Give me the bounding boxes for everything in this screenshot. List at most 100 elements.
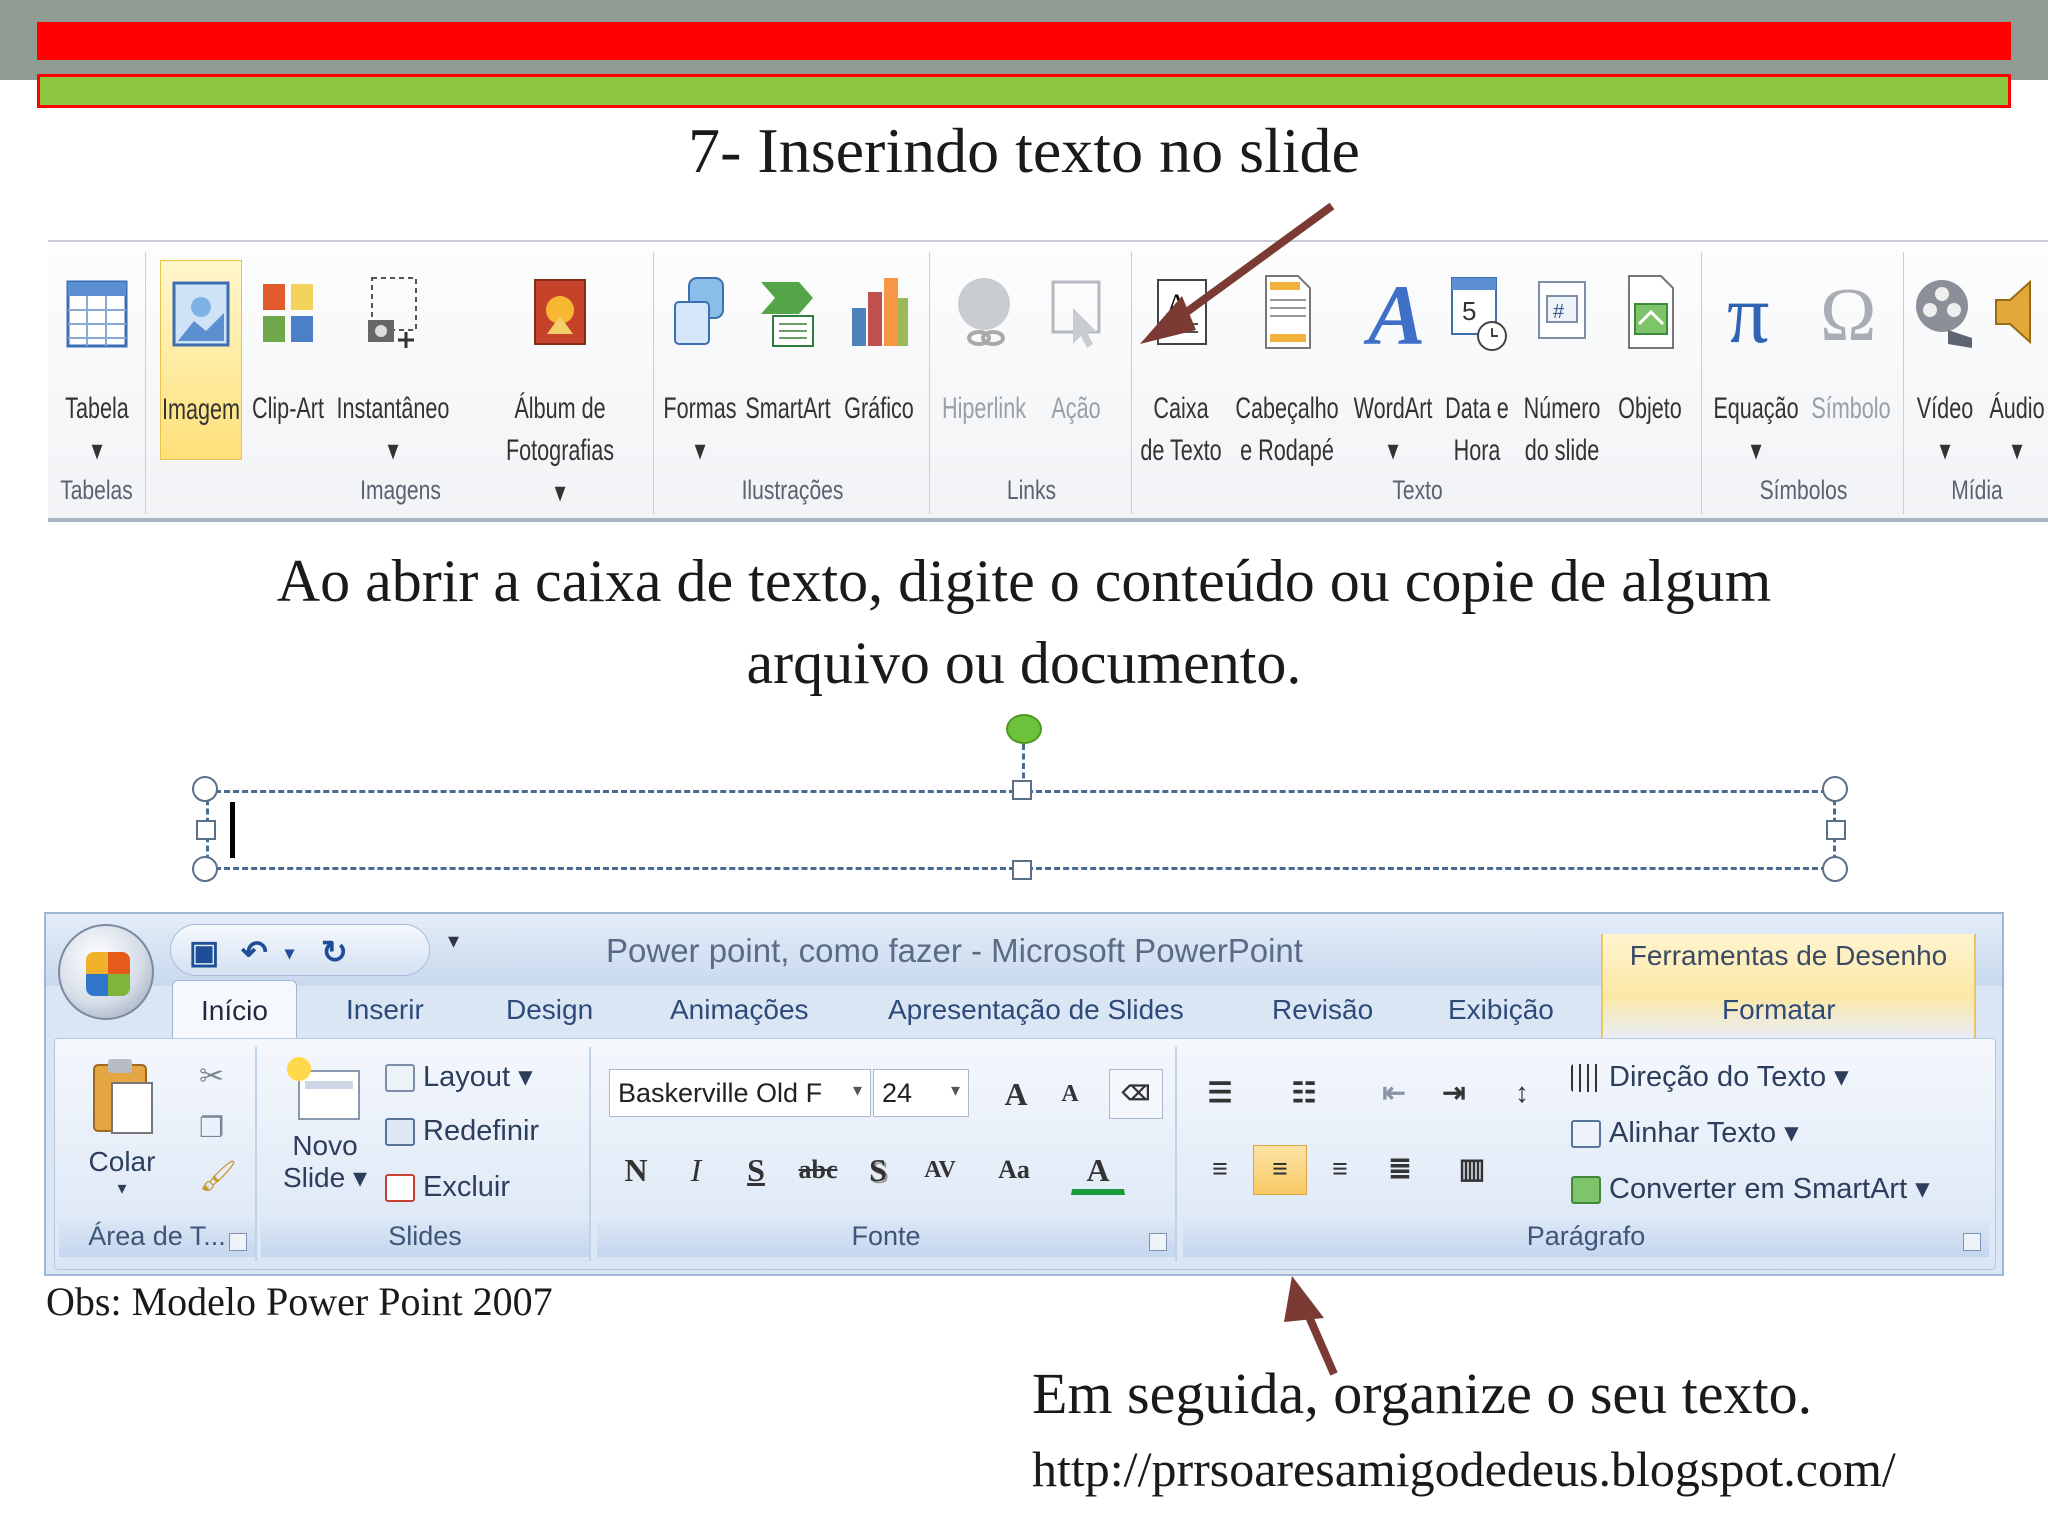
columns-icon[interactable]: ▥ bbox=[1445, 1145, 1499, 1195]
acao-button[interactable]: Ação bbox=[1036, 260, 1116, 460]
grow-font-button[interactable]: A bbox=[989, 1069, 1043, 1119]
office-button[interactable] bbox=[58, 924, 154, 1020]
resize-handle-top-right[interactable] bbox=[1822, 776, 1848, 802]
numero-slide-button[interactable]: # Número do slide bbox=[1520, 260, 1604, 467]
instantaneo-button[interactable]: Instantâneo ▾ bbox=[334, 260, 452, 467]
format-painter-icon[interactable]: 🖌 bbox=[199, 1159, 237, 1194]
data-hora-button[interactable]: 5 Data e Hora bbox=[1440, 260, 1514, 467]
change-case-button[interactable]: Aa bbox=[987, 1145, 1041, 1195]
group-imagens: Imagem Clip-Art Instantâneo ▾ Álbum de F… bbox=[148, 252, 654, 514]
font-size-dropdown[interactable]: 24 ▾ bbox=[873, 1069, 969, 1117]
numbering-icon[interactable]: ☷ bbox=[1277, 1069, 1331, 1119]
tab-inserir[interactable]: Inserir bbox=[346, 994, 424, 1026]
office-logo-icon bbox=[86, 952, 130, 996]
customize-qat-icon[interactable]: ▾ bbox=[448, 928, 459, 954]
photo-album-icon bbox=[534, 279, 586, 345]
cabecalho-rodape-button[interactable]: Cabeçalho e Rodapé bbox=[1230, 260, 1344, 467]
copy-icon[interactable]: ❐ bbox=[199, 1111, 224, 1144]
align-center-icon[interactable]: ≡ bbox=[1253, 1145, 1307, 1195]
undo-icon[interactable]: ↶ bbox=[241, 933, 268, 971]
audio-button[interactable]: Áudio ▾ bbox=[1986, 260, 2048, 467]
shadow-button[interactable]: S bbox=[851, 1145, 905, 1195]
paragrafo-launcher-icon[interactable] bbox=[1963, 1233, 1981, 1251]
excluir-button[interactable]: Excluir bbox=[385, 1171, 510, 1204]
tab-animacoes[interactable]: Animações bbox=[670, 994, 809, 1026]
italic-button[interactable]: I bbox=[669, 1145, 723, 1195]
blog-url: http://prrsoaresamigodedeus.blogspot.com… bbox=[1032, 1441, 1896, 1497]
align-left-icon[interactable]: ≡ bbox=[1193, 1145, 1247, 1195]
rotation-handle[interactable] bbox=[1006, 714, 1042, 744]
header-footer-icon bbox=[1265, 275, 1311, 349]
font-name-dropdown[interactable]: Baskerville Old F ▾ bbox=[609, 1069, 871, 1117]
resize-handle-top-left[interactable] bbox=[192, 776, 218, 802]
increase-indent-icon[interactable]: ⇥ bbox=[1427, 1069, 1481, 1119]
bullets-icon[interactable]: ☰ bbox=[1193, 1069, 1247, 1119]
cut-icon[interactable]: ✂ bbox=[199, 1059, 224, 1094]
video-button[interactable]: Vídeo ▾ bbox=[1910, 260, 1980, 467]
tab-revisao[interactable]: Revisão bbox=[1272, 994, 1373, 1026]
film-reel-icon bbox=[1916, 280, 1972, 348]
album-button[interactable]: Álbum de Fotografias ▾ bbox=[500, 260, 620, 509]
tab-exibicao[interactable]: Exibição bbox=[1448, 994, 1554, 1026]
line-spacing-icon[interactable]: ↕ bbox=[1495, 1069, 1549, 1119]
clipart-button[interactable]: Clip-Art bbox=[250, 260, 326, 460]
direcao-texto-button[interactable]: Direção do Texto ▾ bbox=[1571, 1059, 1849, 1094]
ribbon-body: Colar ▾ ✂ ❐ 🖌 Área de T... Novo Slide ▾ … bbox=[54, 1038, 1996, 1270]
alinhar-texto-button[interactable]: Alinhar Texto ▾ bbox=[1571, 1115, 1799, 1150]
grafico-button[interactable]: Gráfico bbox=[838, 260, 920, 460]
resize-handle-bottom-right[interactable] bbox=[1822, 856, 1848, 882]
bold-button[interactable]: N bbox=[609, 1145, 663, 1195]
justify-icon[interactable]: ≣ bbox=[1373, 1145, 1427, 1195]
fonte-launcher-icon[interactable] bbox=[1149, 1233, 1167, 1251]
shrink-font-button[interactable]: A bbox=[1043, 1069, 1097, 1119]
strikethrough-button[interactable]: abc bbox=[791, 1145, 845, 1195]
tab-design[interactable]: Design bbox=[506, 994, 593, 1026]
save-icon[interactable]: ▣ bbox=[189, 933, 219, 971]
objeto-button[interactable]: Objeto bbox=[1610, 260, 1690, 460]
redefinir-button[interactable]: Redefinir bbox=[385, 1115, 539, 1148]
clear-format-icon[interactable]: ⌫ bbox=[1109, 1069, 1163, 1119]
resize-handle-left[interactable] bbox=[196, 820, 216, 840]
tab-formatar[interactable]: Formatar bbox=[1722, 994, 1836, 1026]
smartart-button[interactable]: SmartArt bbox=[745, 260, 831, 460]
converter-smartart-button[interactable]: Converter em SmartArt ▾ bbox=[1571, 1171, 1930, 1206]
resize-handle-bottom[interactable] bbox=[1012, 860, 1032, 880]
text-box-placeholder[interactable] bbox=[206, 790, 1836, 870]
caixa-de-texto-button[interactable]: A Caixa de Texto bbox=[1140, 260, 1222, 467]
novo-slide-button[interactable]: Novo Slide ▾ bbox=[275, 1055, 375, 1225]
group-ilustracoes: Formas ▾ SmartArt Gráfico Ilustrações bbox=[656, 252, 930, 514]
group-area-transferencia: Colar ▾ ✂ ❐ 🖌 Área de T... bbox=[59, 1047, 257, 1261]
text-direction-icon bbox=[1571, 1064, 1601, 1093]
area-launcher-icon[interactable] bbox=[229, 1233, 247, 1251]
group-simbolos: π Equação ▾ Ω Símbolo Símbolos bbox=[1704, 252, 1904, 514]
window-title: Power point, como fazer - Microsoft Powe… bbox=[606, 932, 1303, 969]
equacao-button[interactable]: π Equação ▾ bbox=[1708, 260, 1804, 467]
layout-button[interactable]: Layout ▾ bbox=[385, 1059, 533, 1094]
undo-dropdown-icon[interactable]: ▾ bbox=[285, 943, 294, 964]
underline-button[interactable]: S bbox=[729, 1145, 783, 1195]
resize-handle-right[interactable] bbox=[1826, 820, 1846, 840]
resize-handle-top[interactable] bbox=[1012, 780, 1032, 800]
imagem-button[interactable]: Imagem bbox=[160, 260, 242, 460]
decrease-indent-icon[interactable]: ⇤ bbox=[1367, 1069, 1421, 1119]
green-decor-bar bbox=[37, 74, 2011, 108]
tab-inicio[interactable]: Início bbox=[172, 980, 297, 1040]
group-texto: A Caixa de Texto Cabeçalho e Rodapé A Wo… bbox=[1134, 252, 1702, 514]
screenshot-icon bbox=[368, 277, 417, 348]
font-color-button[interactable]: A bbox=[1071, 1145, 1125, 1195]
wordart-button[interactable]: A WordArt ▾ bbox=[1350, 260, 1436, 467]
formas-button[interactable]: Formas ▾ bbox=[662, 260, 738, 467]
reset-icon bbox=[385, 1118, 415, 1147]
simbolo-button[interactable]: Ω Símbolo bbox=[1808, 260, 1894, 460]
picture-icon bbox=[172, 281, 230, 347]
colar-button[interactable]: Colar ▾ bbox=[77, 1057, 167, 1221]
tab-apresentacao[interactable]: Apresentação de Slides bbox=[888, 994, 1184, 1026]
hiperlink-button[interactable]: Hiperlink bbox=[938, 260, 1030, 460]
redo-icon[interactable]: ↻ bbox=[321, 933, 348, 971]
object-icon bbox=[1628, 275, 1674, 349]
resize-handle-bottom-left[interactable] bbox=[192, 856, 218, 882]
char-spacing-button[interactable]: AV bbox=[913, 1145, 967, 1195]
align-right-icon[interactable]: ≡ bbox=[1313, 1145, 1367, 1195]
tabela-button[interactable]: Tabela ▾ bbox=[56, 260, 138, 467]
slide-title: 7- Inserindo texto no slide bbox=[688, 115, 1360, 186]
